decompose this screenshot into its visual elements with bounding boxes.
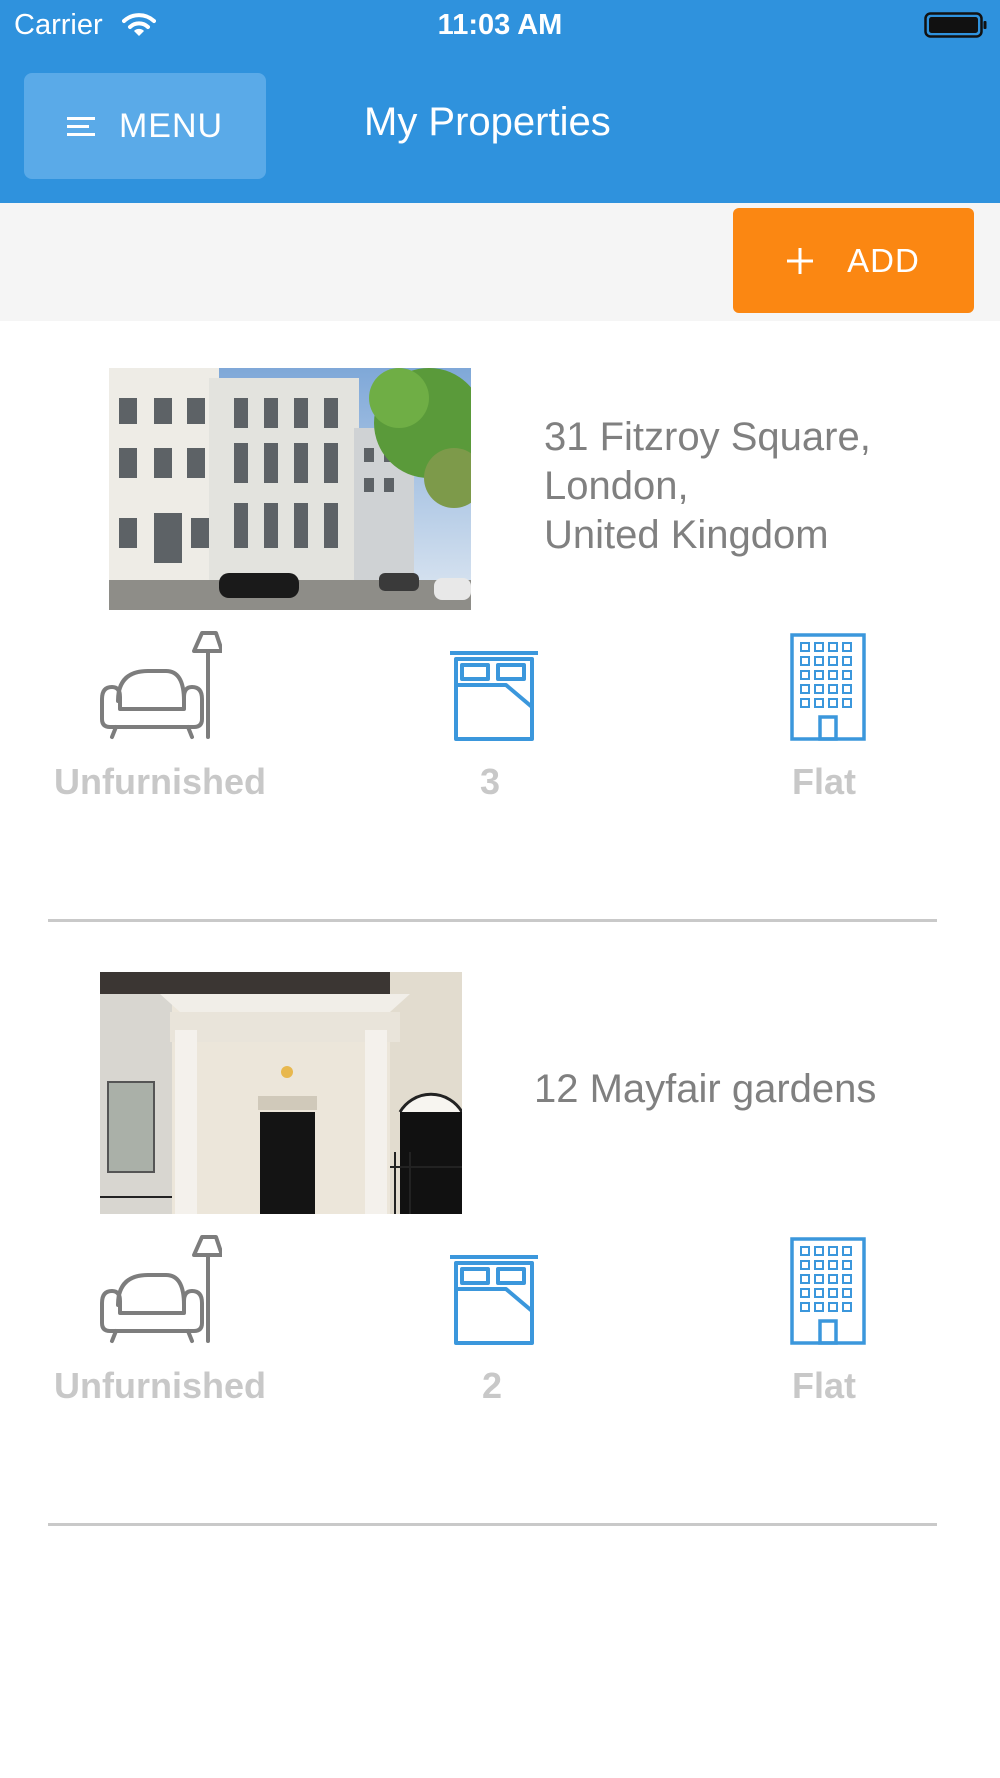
address-line: London, <box>544 464 689 508</box>
app-header: Carrier 11:03 AM MENU My Properties <box>0 0 1000 203</box>
address-line: 31 Fitzroy Square, <box>544 415 871 459</box>
furnishing-label: Unfurnished <box>54 761 266 802</box>
property-address: 12 Mayfair gardens <box>534 1065 964 1114</box>
bedrooms-label: 2 <box>481 1365 503 1406</box>
status-time: 11:03 AM <box>437 9 563 41</box>
page-title: My Properties <box>364 100 611 144</box>
furnishing-label: Unfurnished <box>54 1365 266 1406</box>
add-property-button[interactable]: ADD <box>733 208 974 313</box>
armchair-lamp-icon <box>100 631 222 739</box>
add-label: ADD <box>847 241 920 279</box>
bed-icon <box>450 1255 538 1345</box>
property-card[interactable]: 31 Fitzroy Square, London, United Kingdo… <box>0 321 1000 925</box>
armchair-lamp-icon <box>100 1235 222 1343</box>
menu-button[interactable]: MENU <box>24 73 266 179</box>
property-type-label: Flat <box>791 1365 856 1406</box>
address-line: United Kingdom <box>544 513 829 557</box>
property-photo <box>109 368 471 610</box>
menu-label: MENU <box>118 106 224 145</box>
menu-icon <box>66 117 95 136</box>
bedrooms-label: 3 <box>479 761 501 802</box>
property-photo <box>100 972 462 1214</box>
building-icon <box>790 633 866 741</box>
property-type-label: Flat <box>791 761 856 802</box>
battery-icon <box>924 12 987 38</box>
property-address: 31 Fitzroy Square, London, United Kingdo… <box>544 413 974 560</box>
address-line: 12 Mayfair gardens <box>534 1067 877 1111</box>
plus-icon <box>787 247 814 274</box>
divider <box>48 919 937 922</box>
divider <box>48 1523 937 1526</box>
status-bar: Carrier 11:03 AM <box>0 0 1000 50</box>
property-card[interactable]: 12 Mayfair gardens Unfurnished 2 Flat <box>0 925 1000 1529</box>
building-icon <box>790 1237 866 1345</box>
bed-icon <box>450 651 538 741</box>
